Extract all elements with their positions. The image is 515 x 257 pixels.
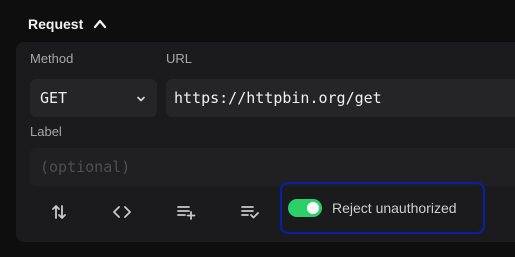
method-label: Method [30, 51, 74, 66]
url-input[interactable]: https://httpbin.org/get [166, 79, 515, 117]
checklist-icon[interactable] [236, 198, 264, 226]
url-value: https://httpbin.org/get [174, 89, 382, 107]
method-select[interactable]: GET [30, 79, 157, 117]
method-value: GET [40, 89, 68, 107]
sort-arrows-icon[interactable] [45, 198, 73, 226]
request-section-header[interactable]: Request [28, 14, 107, 34]
code-icon[interactable] [108, 198, 136, 226]
chevron-up-icon[interactable] [93, 17, 107, 31]
reject-unauthorized-toggle[interactable] [288, 199, 322, 217]
reject-unauthorized-toggle-row[interactable]: Reject unauthorized [280, 182, 485, 234]
url-label: URL [166, 51, 193, 66]
label-placeholder: (optional) [40, 158, 131, 176]
label-label: Label [30, 124, 62, 139]
toggle-knob [307, 202, 319, 214]
section-title: Request [28, 16, 84, 32]
add-list-icon[interactable] [172, 198, 200, 226]
chevron-down-icon [135, 92, 147, 104]
label-input[interactable]: (optional) [30, 148, 515, 186]
reject-unauthorized-label: Reject unauthorized [332, 200, 457, 216]
